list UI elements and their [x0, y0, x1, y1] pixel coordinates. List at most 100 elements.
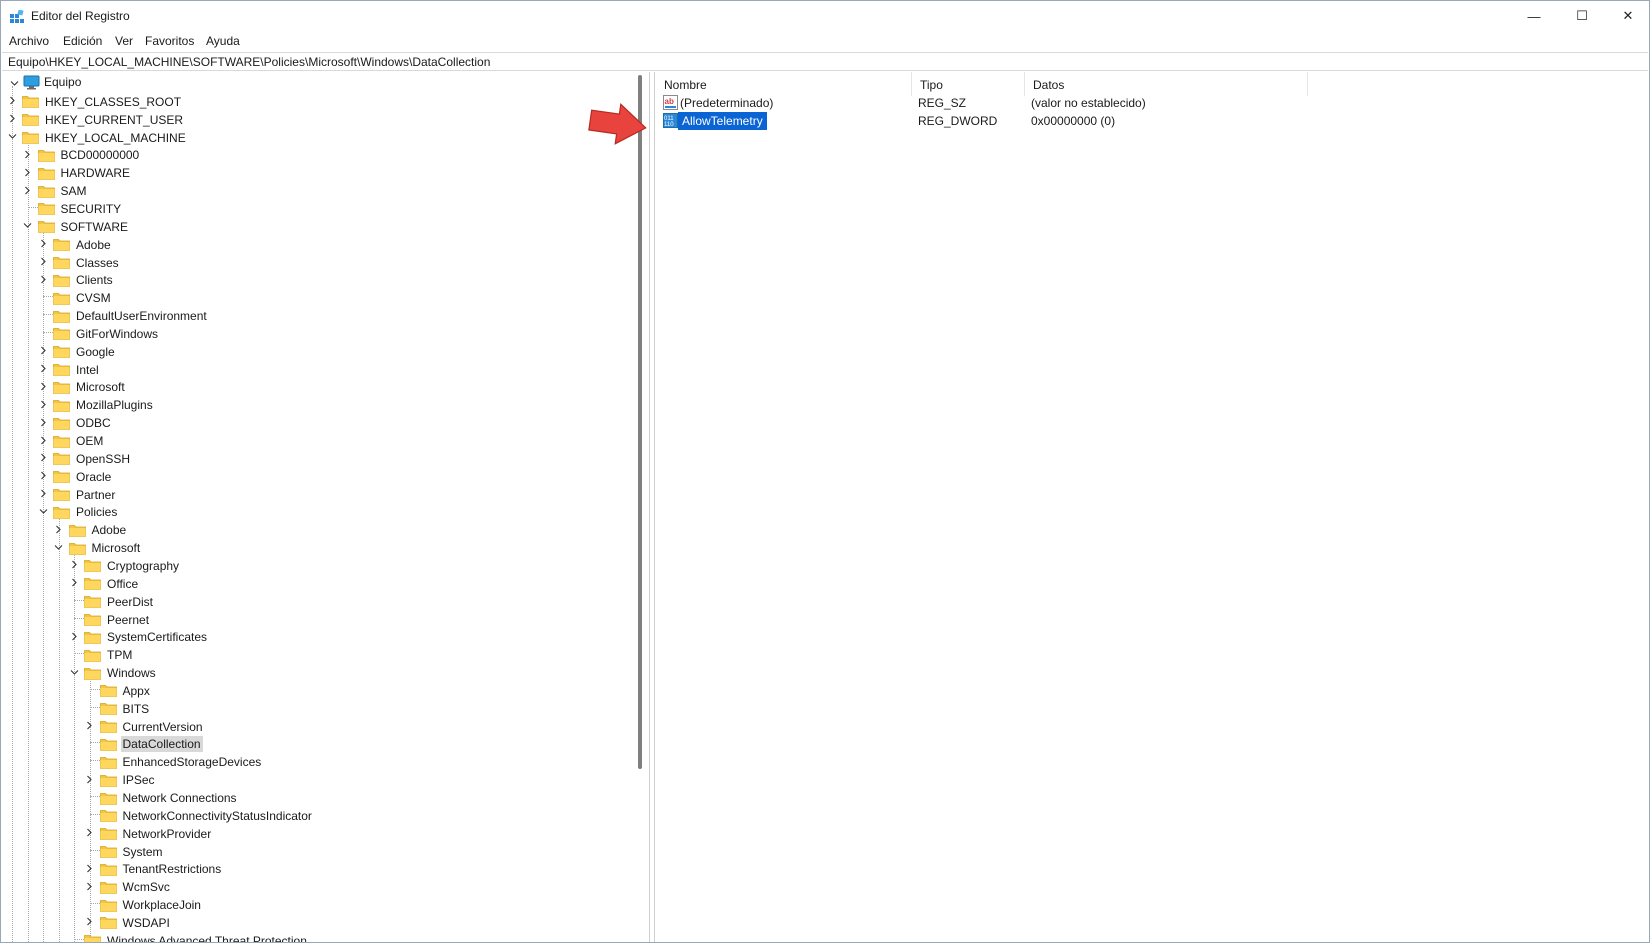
menu-edicion[interactable]: Edición [63, 34, 102, 48]
chevron-right-icon[interactable] [69, 631, 79, 641]
chevron-right-icon[interactable] [38, 274, 48, 284]
tree-node-label[interactable]: WcmSvc [121, 879, 172, 895]
tree-node-label[interactable]: System [121, 844, 165, 860]
pane-splitter[interactable] [649, 72, 655, 942]
value-name[interactable]: (Predeterminado) [680, 96, 773, 110]
column-header-nombre[interactable]: Nombre [656, 72, 912, 96]
chevron-right-icon[interactable] [85, 917, 95, 927]
chevron-right-icon[interactable] [38, 364, 48, 374]
chevron-right-icon[interactable] [7, 96, 17, 106]
tree-node-label[interactable]: NetworkConnectivityStatusIndicator [121, 808, 314, 824]
tree-node-label[interactable]: OEM [74, 433, 105, 449]
tree-node-label[interactable]: WorkplaceJoin [121, 897, 203, 913]
values-list-pane[interactable]: Nombre Tipo Datos ab (Predeterminado) RE… [656, 72, 1649, 942]
tree-node-label[interactable]: SystemCertificates [105, 629, 209, 645]
key-tree-pane[interactable]: Equipo HKEY_CLASSES_ROOT HKEY_CURRENT_USE… [2, 72, 649, 942]
tree-node-label[interactable]: TPM [105, 647, 134, 663]
chevron-right-icon[interactable] [85, 828, 95, 838]
tree-node-label[interactable]: Partner [74, 487, 117, 503]
tree-node-label[interactable]: Windows Advanced Threat Protection [105, 933, 309, 942]
tree-node-label[interactable]: SECURITY [59, 201, 124, 217]
menu-ver[interactable]: Ver [115, 34, 133, 48]
tree-node-label[interactable]: BCD00000000 [59, 147, 142, 163]
tree-node-label[interactable]: HARDWARE [59, 165, 133, 181]
tree-node-label[interactable]: EnhancedStorageDevices [121, 754, 264, 770]
tree-node-label[interactable]: IPSec [121, 772, 157, 788]
chevron-down-icon[interactable] [23, 221, 33, 231]
chevron-right-icon[interactable] [38, 239, 48, 249]
chevron-right-icon[interactable] [23, 185, 33, 195]
chevron-right-icon[interactable] [38, 417, 48, 427]
tree-node-label[interactable]: Peernet [105, 612, 151, 628]
tree-node-label[interactable]: Network Connections [121, 790, 239, 806]
tree-node-label[interactable]: Microsoft [74, 379, 127, 395]
chevron-right-icon[interactable] [38, 453, 48, 463]
chevron-down-icon[interactable] [7, 132, 17, 142]
tree-node-label[interactable]: Equipo [42, 74, 83, 90]
chevron-down-icon[interactable] [9, 78, 19, 88]
tree-node-label[interactable]: Office [105, 576, 140, 592]
maximize-button[interactable]: ☐ [1559, 1, 1605, 31]
chevron-right-icon[interactable] [85, 881, 95, 891]
minimize-button[interactable]: — [1511, 1, 1557, 31]
chevron-right-icon[interactable] [38, 435, 48, 445]
value-row-allowtelemetry[interactable]: 011 110 AllowTelemetry REG_DWORD 0x00000… [656, 112, 1649, 130]
tree-node-label[interactable]: Microsoft [90, 540, 143, 556]
close-button[interactable]: ✕ [1605, 1, 1650, 31]
tree-node-label[interactable]: Adobe [90, 522, 129, 538]
chevron-right-icon[interactable] [38, 381, 48, 391]
tree-node-label[interactable]: Google [74, 344, 117, 360]
chevron-right-icon[interactable] [38, 489, 48, 499]
tree-node-label[interactable]: Adobe [74, 237, 113, 253]
chevron-right-icon[interactable] [69, 578, 79, 588]
tree-node-label[interactable]: Cryptography [105, 558, 181, 574]
chevron-right-icon[interactable] [7, 114, 17, 124]
chevron-right-icon[interactable] [85, 721, 95, 731]
chevron-right-icon[interactable] [23, 167, 33, 177]
tree-node-label[interactable]: HKEY_CLASSES_ROOT [43, 94, 183, 110]
tree-node-label[interactable]: Policies [74, 504, 119, 520]
tree-node-label[interactable]: ODBC [74, 415, 113, 431]
tree-node-label[interactable]: HKEY_LOCAL_MACHINE [43, 130, 188, 146]
tree-node-label[interactable]: WSDAPI [121, 915, 172, 931]
tree-node-label[interactable]: NetworkProvider [121, 826, 214, 842]
tree-node-label[interactable]: GitForWindows [74, 326, 160, 342]
chevron-down-icon[interactable] [54, 542, 64, 552]
tree-node-label[interactable]: Classes [74, 255, 121, 271]
chevron-right-icon[interactable] [54, 524, 64, 534]
chevron-down-icon[interactable] [69, 667, 79, 677]
tree-node-label[interactable]: Oracle [74, 469, 113, 485]
chevron-right-icon[interactable] [38, 399, 48, 409]
chevron-right-icon[interactable] [23, 149, 33, 159]
chevron-right-icon[interactable] [69, 560, 79, 570]
tree-node-label[interactable]: TenantRestrictions [121, 861, 224, 877]
tree-node-label[interactable]: Intel [74, 362, 101, 378]
tree-node-label[interactable]: Appx [121, 683, 152, 699]
tree-node-label[interactable]: CurrentVersion [121, 719, 205, 735]
tree-node-label[interactable]: BITS [121, 701, 152, 717]
value-name[interactable]: AllowTelemetry [678, 112, 767, 130]
chevron-right-icon[interactable] [38, 471, 48, 481]
tree-node-label[interactable]: SOFTWARE [59, 219, 131, 235]
chevron-right-icon[interactable] [85, 774, 95, 784]
tree-node-label[interactable]: DefaultUserEnvironment [74, 308, 209, 324]
tree-scrollbar-thumb[interactable] [638, 75, 642, 769]
tree-node-label[interactable]: MozillaPlugins [74, 397, 155, 413]
tree-node-label[interactable]: CVSM [74, 290, 113, 306]
tree-node-label[interactable]: HKEY_CURRENT_USER [43, 112, 185, 128]
value-row-predeterminado[interactable]: ab (Predeterminado) REG_SZ (valor no est… [656, 94, 1649, 112]
column-header-datos[interactable]: Datos [1025, 72, 1308, 96]
address-path[interactable]: Equipo\HKEY_LOCAL_MACHINE\SOFTWARE\Polic… [8, 55, 490, 69]
menu-ayuda[interactable]: Ayuda [206, 34, 240, 48]
menu-archivo[interactable]: Archivo [9, 34, 49, 48]
tree-node-label[interactable]: DataCollection [120, 736, 203, 753]
tree-node-label[interactable]: PeerDist [105, 594, 155, 610]
tree-node-label[interactable]: OpenSSH [74, 451, 132, 467]
column-header-tipo[interactable]: Tipo [912, 72, 1025, 96]
menu-favoritos[interactable]: Favoritos [145, 34, 194, 48]
chevron-right-icon[interactable] [38, 257, 48, 267]
chevron-down-icon[interactable] [38, 506, 48, 516]
chevron-right-icon[interactable] [85, 863, 95, 873]
tree-node-label[interactable]: Windows [105, 665, 158, 681]
address-bar[interactable]: Equipo\HKEY_LOCAL_MACHINE\SOFTWARE\Polic… [2, 52, 1648, 71]
